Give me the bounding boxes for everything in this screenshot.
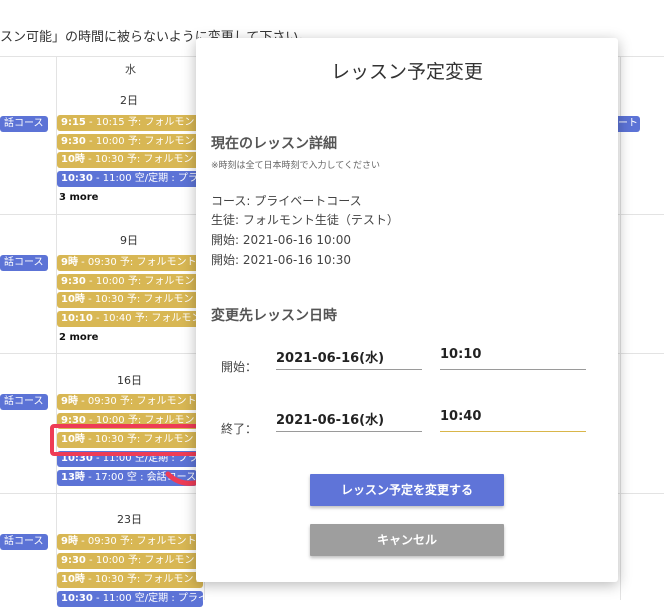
reschedule-dialog: レッスン予定変更 現在のレッスン詳細 ※時刻は全て日本時刻で入力してください コ… bbox=[196, 38, 618, 582]
end-info: 開始: 2021-06-16 10:30 bbox=[211, 253, 351, 267]
calendar-event[interactable]: 10時 - 10:30 予: フォルモント bbox=[57, 152, 203, 168]
more-link[interactable]: 2 more bbox=[59, 332, 98, 343]
more-link[interactable]: 3 more bbox=[59, 192, 98, 203]
current-details-heading: 現在のレッスン詳細 bbox=[211, 136, 337, 152]
day-number: 23日 bbox=[117, 513, 142, 526]
timezone-note: ※時刻は全て日本時刻で入力してください bbox=[211, 161, 381, 171]
calendar-event[interactable]: 話コース bbox=[0, 534, 48, 550]
calendar-event[interactable]: 9:30 - 10:00 予: フォルモント bbox=[57, 134, 203, 150]
new-datetime-heading: 変更先レッスン日時 bbox=[211, 308, 337, 324]
calendar-event[interactable]: 話コース bbox=[0, 116, 48, 132]
calendar-event[interactable]: 9時 - 09:30 予: フォルモント bbox=[57, 394, 203, 410]
cancel-button[interactable]: キャンセル bbox=[310, 524, 504, 556]
calendar-event[interactable]: 9:30 - 10:00 予: フォルモント bbox=[57, 274, 203, 290]
calendar-event[interactable]: 9時 - 09:30 予: フォルモント bbox=[57, 534, 203, 550]
end-time-field[interactable]: 10:40 bbox=[440, 409, 586, 432]
day-number: 9日 bbox=[120, 234, 138, 247]
calendar-event[interactable]: 10:10 - 10:40 予: フォルモン bbox=[57, 311, 203, 327]
calendar-event[interactable]: 10時 - 10:30 予: フォルモント bbox=[57, 292, 203, 308]
course-info: コース: プライベートコース bbox=[211, 194, 362, 208]
day-number: 2日 bbox=[120, 94, 138, 107]
day-number: 16日 bbox=[117, 374, 142, 387]
weekday-header: 水 bbox=[125, 63, 136, 76]
calendar-event[interactable]: 9:15 - 10:15 予: フォルモント bbox=[57, 115, 203, 131]
calendar-event[interactable]: 10時 - 10:30 予: フォルモント bbox=[57, 572, 203, 588]
start-info: 開始: 2021-06-16 10:00 bbox=[211, 233, 351, 247]
calendar-event[interactable]: 10:30 - 11:00 空/定期 : プライ bbox=[57, 171, 203, 187]
start-label: 開始： bbox=[221, 360, 258, 374]
calendar-event[interactable]: 話コース bbox=[0, 255, 48, 271]
calendar-event[interactable]: 9時 - 09:30 予: フォルモント bbox=[57, 255, 203, 271]
dialog-title: レッスン予定変更 bbox=[330, 61, 483, 83]
submit-change-button[interactable]: レッスン予定を変更する bbox=[310, 474, 504, 506]
start-date-field[interactable]: 2021-06-16(水) bbox=[276, 347, 422, 370]
student-info: 生徒: フォルモント生徒（テスト） bbox=[211, 213, 399, 227]
start-time-field[interactable]: 10:10 bbox=[440, 347, 586, 370]
end-date-field[interactable]: 2021-06-16(水) bbox=[276, 409, 422, 432]
grid-line bbox=[620, 56, 621, 600]
end-label: 終了： bbox=[221, 422, 258, 436]
calendar-event[interactable]: 10:30 - 11:00 空/定期 : プライ bbox=[57, 591, 203, 607]
calendar-event[interactable]: 9:30 - 10:00 予: フォルモント bbox=[57, 553, 203, 569]
calendar-event[interactable]: 話コース bbox=[0, 394, 48, 410]
